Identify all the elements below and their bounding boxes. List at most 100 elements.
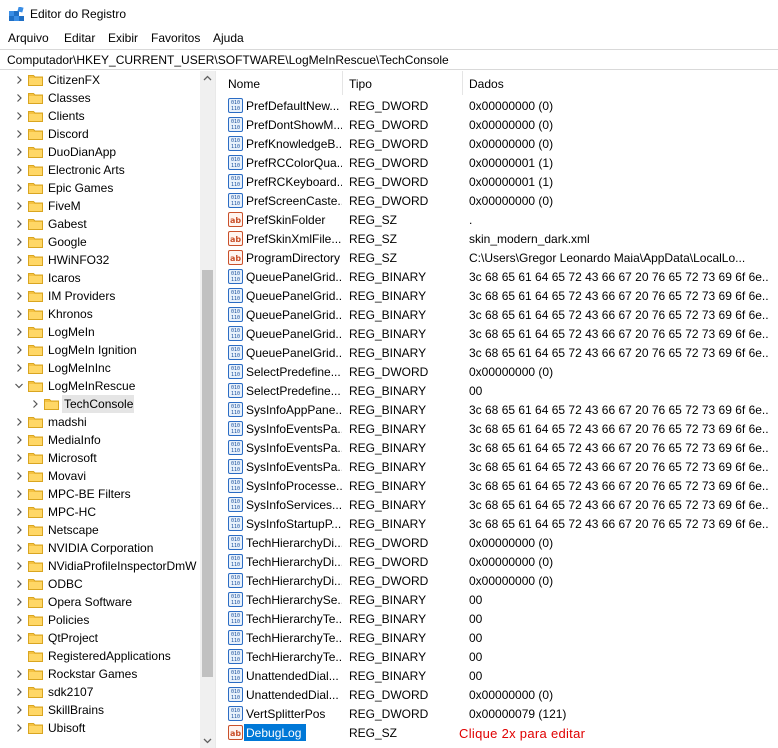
value-row[interactable]: 010 110 TechHierarchyTe... REG_BINARY 00 — [222, 609, 778, 628]
chevron-right-icon[interactable] — [14, 471, 24, 481]
value-row[interactable]: 010 110 SysInfoAppPane... REG_BINARY 3c 68 6… — [222, 400, 778, 419]
chevron-right-icon[interactable] — [14, 687, 24, 697]
tree-item[interactable]: Khronos — [0, 305, 200, 323]
value-row[interactable]: 010 110 SysInfoServices... REG_BINARY 3c 68 … — [222, 495, 778, 514]
tree-item[interactable]: Epic Games — [0, 179, 200, 197]
tree-item[interactable]: LogMeInInc — [0, 359, 200, 377]
value-row[interactable]: 010 110 QueuePanelGrid... REG_BINARY 3c 68 6… — [222, 286, 778, 305]
value-row[interactable]: 010 110 PrefDontShowM... REG_DWORD 0x0000000… — [222, 115, 778, 134]
tree-item[interactable]: sdk2107 — [0, 683, 200, 701]
chevron-down-icon[interactable] — [14, 381, 24, 391]
tree-item[interactable]: MPC-HC — [0, 503, 200, 521]
tree-item[interactable]: Google — [0, 233, 200, 251]
menu-exibir[interactable]: Exibir — [108, 31, 138, 45]
value-row[interactable]: 010 110 UnattendedDial... REG_BINARY 00 — [222, 666, 778, 685]
chevron-right-icon[interactable] — [14, 291, 24, 301]
chevron-right-icon[interactable] — [14, 453, 24, 463]
chevron-right-icon[interactable] — [14, 561, 24, 571]
tree-item[interactable]: Microsoft — [0, 449, 200, 467]
chevron-right-icon[interactable] — [14, 183, 24, 193]
tree-item[interactable]: Policies — [0, 611, 200, 629]
chevron-right-icon[interactable] — [14, 255, 24, 265]
menu-favoritos[interactable]: Favoritos — [151, 31, 200, 45]
chevron-right-icon[interactable] — [14, 489, 24, 499]
value-row[interactable]: 010 110 SysInfoProcesse... REG_BINARY 3c 68 … — [222, 476, 778, 495]
chevron-right-icon[interactable] — [30, 399, 40, 409]
tree-item[interactable]: Movavi — [0, 467, 200, 485]
values-list[interactable]: Nome Tipo Dados 010 110 PrefDefaultNew... R… — [222, 71, 778, 748]
tree-item[interactable]: NVIDIA Corporation — [0, 539, 200, 557]
value-row[interactable]: ab PrefSkinFolder REG_SZ. — [222, 210, 778, 229]
chevron-right-icon[interactable] — [14, 327, 24, 337]
value-row[interactable]: 010 110 SelectPredefine... REG_BINARY 00 — [222, 381, 778, 400]
chevron-right-icon[interactable] — [14, 345, 24, 355]
pane-splitter[interactable] — [215, 71, 222, 748]
value-row[interactable]: 010 110 SysInfoEventsPa... REG_BINARY 3c 68 … — [222, 457, 778, 476]
value-row[interactable]: 010 110 SysInfoEventsPa... REG_BINARY 3c 68 … — [222, 419, 778, 438]
column-header-data[interactable]: Dados — [463, 71, 778, 95]
tree-item[interactable]: NVidiaProfileInspectorDmW — [0, 557, 200, 575]
tree-item[interactable]: Electronic Arts — [0, 161, 200, 179]
chevron-right-icon[interactable] — [14, 543, 24, 553]
chevron-right-icon[interactable] — [14, 309, 24, 319]
tree-item[interactable]: Icaros — [0, 269, 200, 287]
tree-item[interactable]: RegisteredApplications — [0, 647, 200, 665]
value-row[interactable]: 010 110 SysInfoEventsPa... REG_BINARY 3c 68 … — [222, 438, 778, 457]
tree-item[interactable]: CitizenFX — [0, 71, 200, 89]
tree-scrollbar[interactable] — [200, 71, 215, 748]
value-row[interactable]: 010 110 TechHierarchyDi... REG_DWORD 0x00000… — [222, 552, 778, 571]
value-row[interactable]: 010 110 VertSplitterPos REG_DWORD 0x00000079… — [222, 704, 778, 723]
chevron-right-icon[interactable] — [14, 363, 24, 373]
tree-item[interactable]: MPC-BE Filters — [0, 485, 200, 503]
tree-item[interactable]: FiveM — [0, 197, 200, 215]
value-row[interactable]: 010 110 QueuePanelGrid... REG_BINARY 3c 68 6… — [222, 305, 778, 324]
value-row[interactable]: 010 110 TechHierarchyTe... REG_BINARY 00 — [222, 647, 778, 666]
tree-item[interactable]: LogMeInRescue — [0, 377, 200, 395]
chevron-right-icon[interactable] — [14, 417, 24, 427]
chevron-right-icon[interactable] — [14, 93, 24, 103]
tree-item[interactable]: Opera Software — [0, 593, 200, 611]
chevron-right-icon[interactable] — [14, 615, 24, 625]
tree-scroll-thumb[interactable] — [202, 270, 213, 677]
chevron-right-icon[interactable] — [14, 165, 24, 175]
chevron-right-icon[interactable] — [14, 111, 24, 121]
chevron-right-icon[interactable] — [14, 507, 24, 517]
value-row[interactable]: 010 110 TechHierarchyTe... REG_BINARY 00 — [222, 628, 778, 647]
value-row[interactable]: ab ProgramDirectory REG_SZ C:\Users\Gregor … — [222, 248, 778, 267]
menu-editar[interactable]: Editar — [64, 31, 95, 45]
address-bar[interactable]: Computador\HKEY_CURRENT_USER\SOFTWARE\Lo… — [0, 49, 778, 70]
menu-arquivo[interactable]: Arquivo — [8, 31, 49, 45]
value-row[interactable]: 010 110 QueuePanelGrid... REG_BINARY 3c 68 6… — [222, 267, 778, 286]
chevron-right-icon[interactable] — [14, 435, 24, 445]
chevron-right-icon[interactable] — [14, 723, 24, 733]
address-path[interactable]: Computador\HKEY_CURRENT_USER\SOFTWARE\Lo… — [7, 53, 449, 67]
tree-item[interactable]: HWiNFO32 — [0, 251, 200, 269]
value-row[interactable]: 010 110 PrefScreenCaste... REG_DWORD 0x00000… — [222, 191, 778, 210]
value-row[interactable]: 010 110 QueuePanelGrid... REG_BINARY 3c 68 6… — [222, 343, 778, 362]
tree-item[interactable]: DuoDianApp — [0, 143, 200, 161]
value-row[interactable]: 010 110 PrefDefaultNew... REG_DWORD 0x000000… — [222, 96, 778, 115]
chevron-right-icon[interactable] — [14, 597, 24, 607]
tree-item[interactable]: LogMeIn Ignition — [0, 341, 200, 359]
chevron-right-icon[interactable] — [14, 633, 24, 643]
value-row[interactable]: ab DebugLog REG_SZ Clique 2x para editar — [222, 723, 778, 742]
tree-item[interactable]: madshi — [0, 413, 200, 431]
chevron-right-icon[interactable] — [14, 75, 24, 85]
scroll-down-icon[interactable] — [203, 736, 212, 745]
chevron-right-icon[interactable] — [14, 129, 24, 139]
tree-item[interactable]: MediaInfo — [0, 431, 200, 449]
tree-item[interactable]: Classes — [0, 89, 200, 107]
menu-ajuda[interactable]: Ajuda — [213, 31, 244, 45]
tree-item[interactable]: Clients — [0, 107, 200, 125]
tree-item[interactable]: Netscape — [0, 521, 200, 539]
column-header-type[interactable]: Tipo — [343, 71, 462, 95]
tree-item[interactable]: ODBC — [0, 575, 200, 593]
chevron-right-icon[interactable] — [14, 147, 24, 157]
value-row[interactable]: 010 110 TechHierarchySe... REG_BINARY 00 — [222, 590, 778, 609]
scroll-up-icon[interactable] — [203, 74, 212, 83]
chevron-right-icon[interactable] — [14, 525, 24, 535]
value-row[interactable]: 010 110 TechHierarchyDi... REG_DWORD 0x00000… — [222, 571, 778, 590]
tree-item[interactable]: Gabest — [0, 215, 200, 233]
chevron-right-icon[interactable] — [14, 237, 24, 247]
value-row[interactable]: 010 110 PrefRCColorQua... REG_DWORD 0x000000… — [222, 153, 778, 172]
